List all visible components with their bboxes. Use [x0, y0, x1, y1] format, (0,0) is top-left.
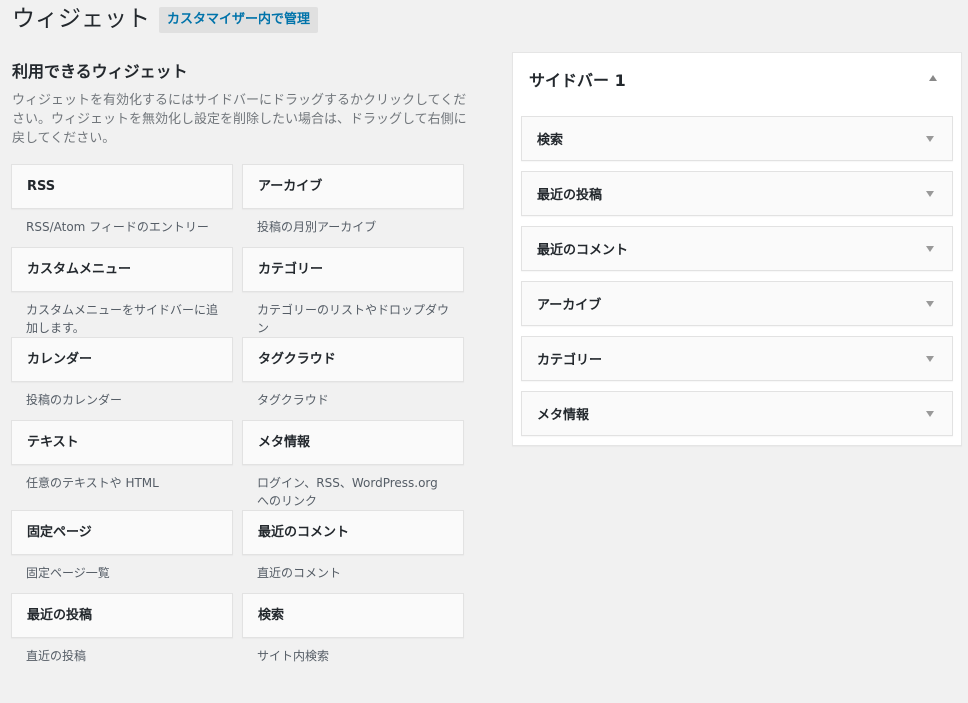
widget-title[interactable]: カテゴリー	[242, 247, 464, 292]
widget-title[interactable]: メタ情報	[242, 420, 464, 465]
widget-title[interactable]: テキスト	[11, 420, 233, 465]
widget-rss[interactable]: RSS RSS/Atom フィードのエントリー	[11, 164, 233, 247]
widget-meta[interactable]: メタ情報 ログイン、RSS、WordPress.org へのリンク	[242, 420, 464, 510]
widget-description: 任意のテキストや HTML	[26, 476, 159, 490]
sidebar-widget-archives[interactable]: アーカイブ	[521, 281, 953, 326]
widget-title[interactable]: 検索	[242, 593, 464, 638]
widget-description: 投稿のカレンダー	[26, 393, 123, 407]
widget-description: タグクラウド	[257, 393, 329, 407]
sidebar-widget-label: メタ情報	[537, 408, 590, 423]
widget-text[interactable]: テキスト 任意のテキストや HTML	[11, 420, 233, 510]
sidebar-widget-recent-posts[interactable]: 最近の投稿	[521, 171, 953, 216]
widget-custom-menu[interactable]: カスタムメニュー カスタムメニューをサイドバーに追加します。	[11, 247, 233, 337]
expand-arrow-icon[interactable]	[926, 300, 934, 307]
widget-description: 直近の投稿	[26, 649, 87, 663]
available-widgets-list: RSS RSS/Atom フィードのエントリー アーカイブ 投稿の月別アーカイブ…	[11, 164, 464, 676]
widget-title[interactable]: 固定ページ	[11, 510, 233, 555]
widget-description: 固定ページ一覧	[26, 566, 110, 580]
widget-description: 直近のコメント	[257, 566, 342, 580]
sidebar-widget-label: アーカイブ	[537, 298, 602, 313]
sidebar-widget-label: 最近の投稿	[537, 188, 603, 203]
sidebar-widget-search[interactable]: 検索	[521, 116, 953, 161]
expand-arrow-icon[interactable]	[926, 135, 934, 142]
widget-title[interactable]: カスタムメニュー	[11, 247, 233, 292]
widget-title[interactable]: カレンダー	[11, 337, 233, 382]
widget-title[interactable]: アーカイブ	[242, 164, 464, 209]
widget-description: 投稿の月別アーカイブ	[257, 220, 377, 234]
widget-description: カスタムメニューをサイドバーに追加します。	[26, 303, 219, 335]
sidebar-widget-label: 検索	[537, 133, 564, 148]
page-title: ウィジェット	[12, 6, 150, 32]
widget-calendar[interactable]: カレンダー 投稿のカレンダー	[11, 337, 233, 420]
widget-recent-posts[interactable]: 最近の投稿 直近の投稿	[11, 593, 233, 676]
sidebar-header[interactable]: サイドバー 1	[513, 53, 961, 103]
expand-arrow-icon[interactable]	[926, 245, 934, 252]
sidebar-widget-label: 最近のコメント	[537, 243, 629, 258]
widget-recent-comments[interactable]: 最近のコメント 直近のコメント	[242, 510, 464, 593]
sidebar-1-panel: サイドバー 1 検索 最近の投稿 最近のコメント アーカイブ カテゴリー メタ情…	[512, 52, 962, 446]
widget-description: ログイン、RSS、WordPress.org へのリンク	[257, 476, 438, 508]
sidebar-widget-meta[interactable]: メタ情報	[521, 391, 953, 436]
sidebar-widget-categories[interactable]: カテゴリー	[521, 336, 953, 381]
sidebar-title: サイドバー 1	[529, 71, 626, 90]
widget-archives[interactable]: アーカイブ 投稿の月別アーカイブ	[242, 164, 464, 247]
available-widgets-title: 利用できるウィジェット	[12, 62, 188, 81]
widget-title[interactable]: RSS	[11, 164, 233, 209]
widget-description: カテゴリーのリストやドロップダウン	[257, 303, 450, 335]
sidebar-widget-label: カテゴリー	[537, 353, 603, 368]
widget-title[interactable]: 最近の投稿	[11, 593, 233, 638]
expand-arrow-icon[interactable]	[926, 190, 934, 197]
manage-in-customizer-button[interactable]: カスタマイザー内で管理	[159, 7, 319, 33]
sidebar-widget-recent-comments[interactable]: 最近のコメント	[521, 226, 953, 271]
widget-search[interactable]: 検索 サイト内検索	[242, 593, 464, 676]
expand-arrow-icon[interactable]	[926, 355, 934, 362]
widget-title[interactable]: タグクラウド	[242, 337, 464, 382]
widget-pages[interactable]: 固定ページ 固定ページ一覧	[11, 510, 233, 593]
widget-tag-cloud[interactable]: タグクラウド タグクラウド	[242, 337, 464, 420]
widget-description: サイト内検索	[257, 649, 330, 663]
expand-arrow-icon[interactable]	[926, 410, 934, 417]
widget-title[interactable]: 最近のコメント	[242, 510, 464, 555]
widget-description: RSS/Atom フィードのエントリー	[26, 220, 209, 234]
sidebar-widgets-list: 検索 最近の投稿 最近のコメント アーカイブ カテゴリー メタ情報	[521, 116, 953, 446]
widget-categories[interactable]: カテゴリー カテゴリーのリストやドロップダウン	[242, 247, 464, 337]
available-widgets-description: ウィジェットを有効化するにはサイドバーにドラッグするかクリックしてください。ウィ…	[12, 93, 467, 146]
collapse-arrow-icon[interactable]	[929, 75, 937, 81]
